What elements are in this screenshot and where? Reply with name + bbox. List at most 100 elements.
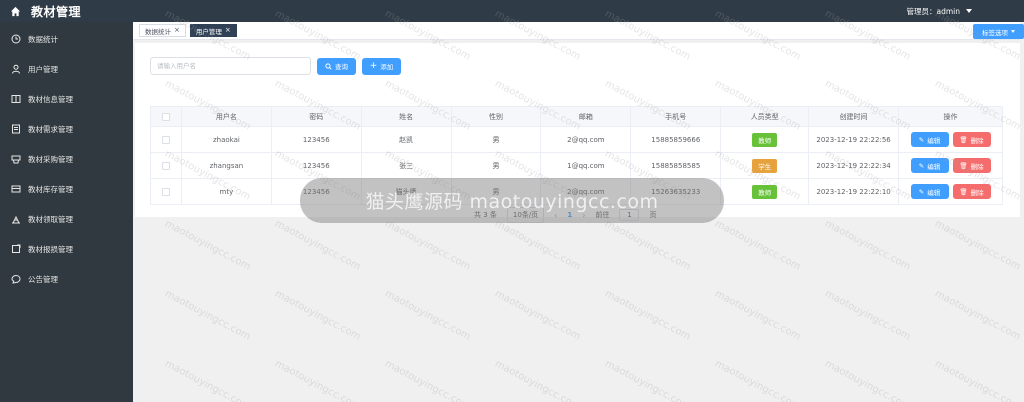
table-row: zhaokai 123456 赵凯男 2@qq.com 15885859666 教师 202… (150, 126, 1003, 153)
col-phone: 手机号 (630, 106, 722, 127)
sidebar-item-label: 教材库存管理 (28, 184, 73, 194)
edit-button[interactable]: ✎ 编辑 (910, 184, 949, 199)
cell-phone: 15885858585 (630, 152, 722, 179)
col-password: 密码 (270, 106, 362, 127)
search-button[interactable]: 查询 (317, 57, 356, 75)
cell-username: zhangsan (180, 152, 272, 179)
admin-menu[interactable]: 管理员：admin (907, 6, 1024, 17)
search-button-label: 查询 (335, 63, 348, 71)
clock-icon (11, 34, 21, 44)
delete-button[interactable]: 🗑 删除 (952, 132, 991, 147)
home-icon[interactable] (10, 6, 21, 17)
trash-icon: 🗑 (959, 135, 968, 144)
search-input[interactable] (150, 57, 311, 75)
sidebar-item-8[interactable]: 公告管理 (0, 264, 133, 294)
edit-button[interactable]: ✎ 编辑 (910, 158, 949, 173)
delete-label: 删除 (970, 136, 984, 145)
col-email: 邮箱 (540, 106, 632, 127)
sidebar-item-4[interactable]: 教材采购管理 (0, 144, 133, 174)
plus-icon: + (369, 60, 378, 71)
edit-icon: ✎ (918, 135, 925, 144)
cell-gender: 男 (450, 152, 542, 179)
col-actions: 操作 (898, 106, 1003, 127)
add-button[interactable]: + 添加 (362, 57, 401, 75)
receive-icon (11, 214, 21, 224)
edit-icon: ✎ (918, 187, 925, 196)
row-checkbox[interactable] (161, 161, 170, 170)
row-checkbox[interactable] (161, 135, 170, 144)
close-icon[interactable]: × (174, 27, 180, 34)
cell-created: 2023-12-19 22:22:56 (808, 126, 900, 153)
cell-actions: ✎ 编辑 🗑 删除 (898, 152, 1003, 179)
sidebar-item-1[interactable]: 用户管理 (0, 54, 133, 84)
sidebar-item-label: 用户管理 (28, 64, 58, 74)
sidebar-item-3[interactable]: 教材需求管理 (0, 114, 133, 144)
trash-icon: 🗑 (959, 187, 968, 196)
cell-email: 1@qq.com (540, 152, 632, 179)
edit-button[interactable]: ✎ 编辑 (910, 132, 949, 147)
cell-type: 教师 (720, 126, 810, 153)
col-username: 用户名 (180, 106, 272, 127)
cell-username: mty (180, 178, 272, 205)
row-checkbox[interactable] (161, 187, 170, 196)
cell-name: 张三 (360, 152, 452, 179)
search-icon (325, 62, 332, 70)
trash-icon: 🗑 (959, 161, 968, 170)
delete-button[interactable]: 🗑 删除 (952, 158, 991, 173)
col-created: 创建时间 (808, 106, 900, 127)
table-header-row: 用户名 密码 姓名 性别 邮箱 手机号 人员类型 创建时间 操作 (150, 106, 1003, 127)
inventory-icon (11, 184, 21, 194)
tag-options-label: 标签选项 (982, 28, 1008, 37)
delete-button[interactable]: 🗑 删除 (952, 184, 991, 199)
edit-icon: ✎ (918, 161, 925, 170)
edit-label: 编辑 (927, 162, 941, 171)
col-type: 人员类型 (720, 106, 810, 127)
cell-email: 2@qq.com (540, 126, 632, 153)
user-icon (11, 64, 21, 74)
select-all-checkbox[interactable] (161, 112, 170, 121)
chevron-down-icon (1011, 30, 1015, 33)
col-name: 姓名 (360, 106, 452, 127)
top-header: 教材管理 管理员：admin (0, 0, 1024, 22)
sidebar-item-5[interactable]: 教材库存管理 (0, 174, 133, 204)
sidebar-item-0[interactable]: 数据统计 (0, 24, 133, 54)
sidebar-item-label: 教材需求管理 (28, 124, 73, 134)
tabs-bar: 数据统计 × 用户管理 × (133, 22, 1020, 40)
type-badge: 教师 (752, 184, 778, 199)
row-select-cell[interactable] (150, 178, 182, 205)
type-badge: 教师 (752, 132, 778, 147)
sidebar-item-label: 教材信息管理 (28, 94, 73, 104)
sidebar-item-label: 教材报损管理 (28, 244, 73, 254)
cell-created: 2023-12-19 22:22:10 (808, 178, 900, 205)
chevron-down-icon (966, 9, 972, 13)
sidebar-item-6[interactable]: 教材领取管理 (0, 204, 133, 234)
delete-label: 删除 (970, 188, 984, 197)
cell-gender: 男 (450, 126, 542, 153)
purchase-icon (11, 154, 21, 164)
tab-0[interactable]: 数据统计 × (139, 24, 186, 37)
toolbar: 查询 + 添加 (150, 57, 401, 75)
watermark-overlay: 猫头鹰源码 maotouyingcc.com (300, 178, 724, 223)
col-gender: 性别 (450, 106, 542, 127)
report-icon (11, 244, 21, 254)
chat-icon (11, 274, 21, 284)
tag-options-button[interactable]: 标签选项 (973, 24, 1024, 39)
cell-actions: ✎ 编辑 🗑 删除 (898, 126, 1003, 153)
delete-label: 删除 (970, 162, 984, 171)
edit-label: 编辑 (927, 136, 941, 145)
sidebar-item-label: 教材领取管理 (28, 214, 73, 224)
edit-label: 编辑 (927, 188, 941, 197)
sidebar-item-label: 公告管理 (28, 274, 58, 284)
row-select-cell[interactable] (150, 152, 182, 179)
cell-type: 学生 (720, 152, 810, 179)
sidebar-item-label: 教材采购管理 (28, 154, 73, 164)
cell-username: zhaokai (180, 126, 272, 153)
sidebar-item-7[interactable]: 教材报损管理 (0, 234, 133, 264)
select-all-cell[interactable] (150, 106, 182, 127)
close-icon[interactable]: × (225, 27, 231, 34)
sidebar-item-2[interactable]: 教材信息管理 (0, 84, 133, 114)
row-select-cell[interactable] (150, 126, 182, 153)
cell-name: 赵凯 (360, 126, 452, 153)
add-button-label: 添加 (380, 63, 394, 71)
tab-1[interactable]: 用户管理 × (189, 24, 237, 37)
